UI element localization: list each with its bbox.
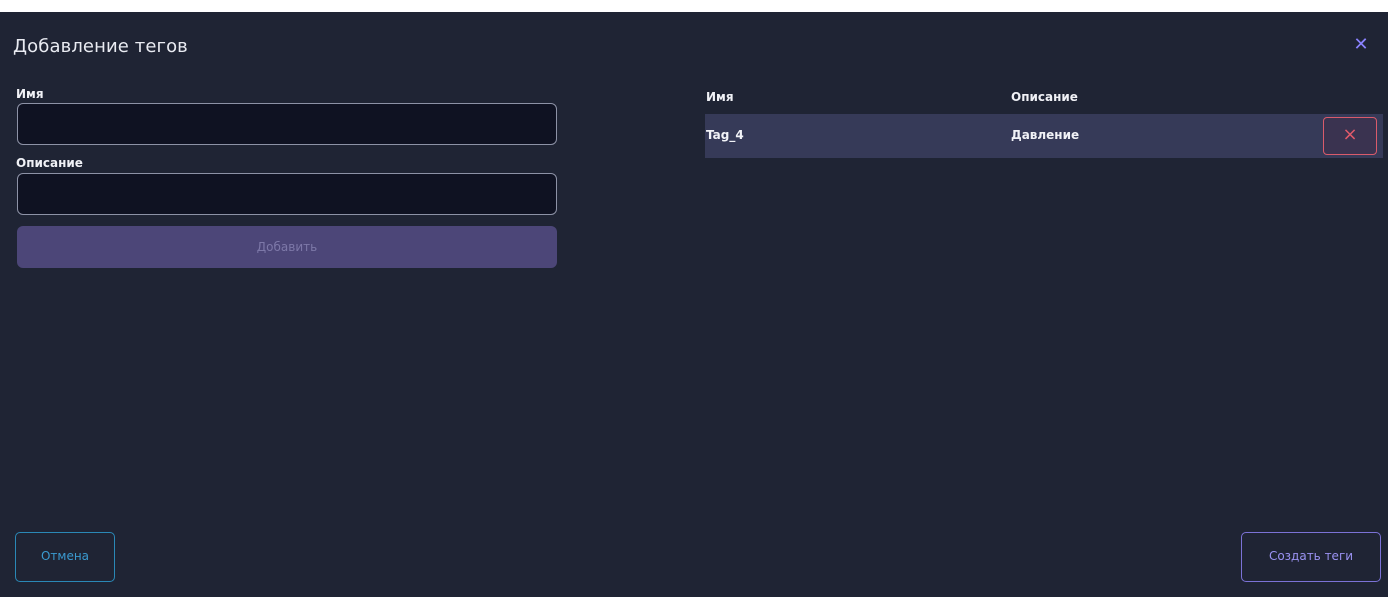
column-header-name: Имя	[706, 90, 734, 104]
name-input[interactable]	[17, 103, 557, 145]
close-icon[interactable]: ✕	[1350, 34, 1372, 56]
description-label: Описание	[16, 156, 83, 170]
column-header-description: Описание	[1011, 90, 1078, 104]
delete-tag-button[interactable]: ×	[1323, 117, 1377, 155]
top-strip	[0, 0, 1388, 12]
tag-description-cell: Давление	[1011, 128, 1080, 142]
close-icon: ×	[1342, 124, 1358, 145]
name-label: Имя	[16, 87, 44, 101]
tag-name-cell: Tag_4	[706, 128, 744, 142]
add-tags-dialog: Добавление тегов ✕ Имя Описание Добавить…	[0, 0, 1388, 597]
table-row: Tag_4 Давление ×	[705, 114, 1383, 158]
dialog-title: Добавление тегов	[13, 36, 188, 57]
cancel-button[interactable]: Отмена	[15, 532, 115, 582]
create-tags-button[interactable]: Создать теги	[1241, 532, 1381, 582]
description-input[interactable]	[17, 173, 557, 215]
add-button[interactable]: Добавить	[17, 226, 557, 268]
